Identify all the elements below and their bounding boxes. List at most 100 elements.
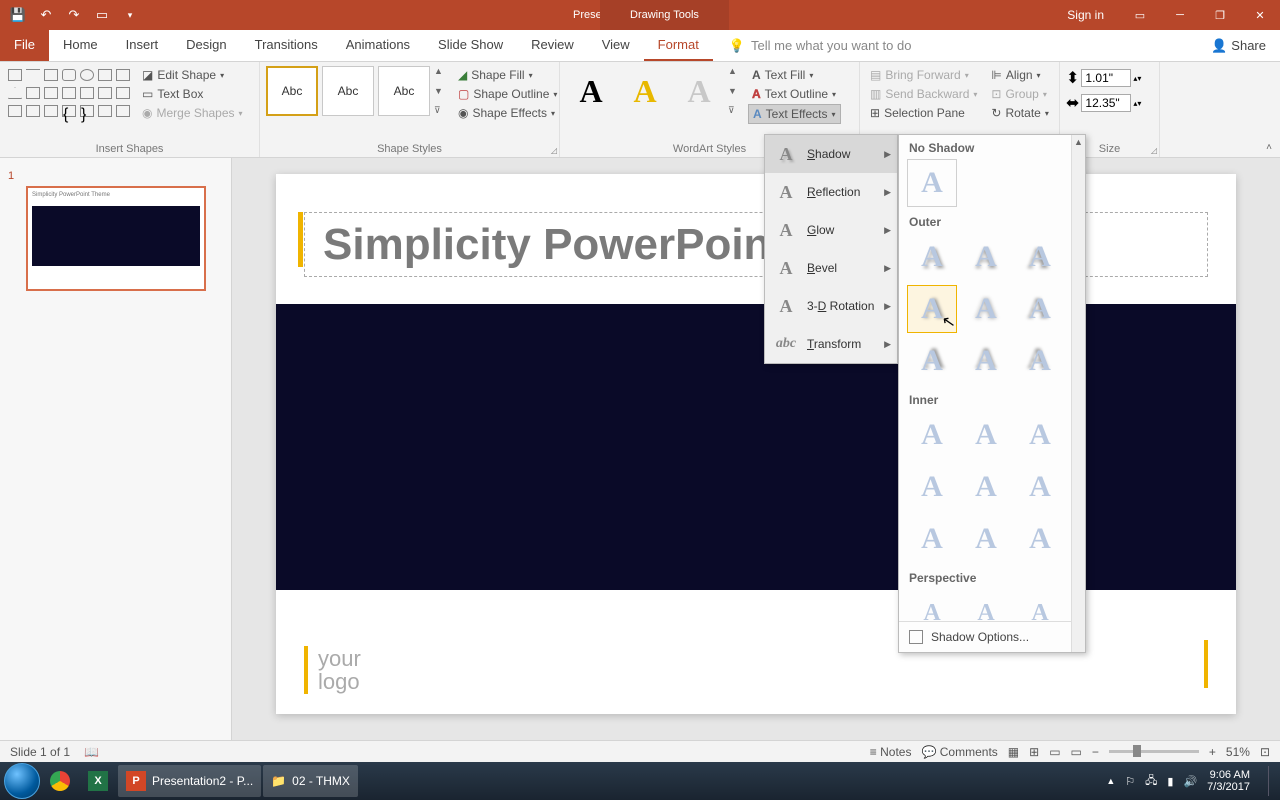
shadow-preset[interactable]: A	[1015, 233, 1065, 281]
logo-placeholder[interactable]: your logo	[304, 646, 361, 694]
shadow-preset[interactable]: A	[1015, 515, 1065, 563]
minimize-icon[interactable]: ─	[1160, 0, 1200, 30]
tab-file[interactable]: File	[0, 30, 49, 61]
qat-more-icon[interactable]: ▾	[120, 5, 140, 25]
close-icon[interactable]: ✕	[1240, 0, 1280, 30]
tray-volume-icon[interactable]: 🔊	[1183, 775, 1197, 788]
text-fill-button[interactable]: AText Fill▾	[748, 66, 841, 84]
align-button[interactable]: ⊫Align▾	[987, 66, 1052, 84]
shape-effects-button[interactable]: ◉Shape Effects▾	[454, 104, 561, 122]
merge-shapes-button[interactable]: ◉Merge Shapes▾	[138, 104, 247, 122]
menu-item-glow[interactable]: A Glow ▶	[765, 211, 897, 249]
shadow-preset[interactable]: A	[1015, 589, 1065, 621]
tray-network-icon[interactable]: 🖧	[1145, 772, 1157, 791]
shadow-preset[interactable]: A	[907, 337, 957, 385]
rotate-button[interactable]: ↻Rotate▾	[987, 104, 1052, 122]
gallery-down-icon[interactable]: ▼	[728, 86, 742, 96]
wordart-style-preview[interactable]: A	[566, 66, 616, 116]
reading-view-icon[interactable]: ▭	[1049, 745, 1060, 759]
spellcheck-icon[interactable]: 📖	[84, 745, 99, 759]
shadow-preset[interactable]: A	[961, 589, 1011, 621]
zoom-level[interactable]: 51%	[1226, 745, 1250, 759]
slide-thumbnail[interactable]: Simplicity PowerPoint Theme	[26, 186, 206, 291]
taskbar-clock[interactable]: 9:06 AM 7/3/2017	[1207, 769, 1258, 793]
shadow-preset[interactable]: A	[961, 411, 1011, 459]
tab-slideshow[interactable]: Slide Show	[424, 30, 517, 61]
normal-view-icon[interactable]: ▦	[1008, 745, 1019, 759]
save-icon[interactable]: 💾	[8, 5, 28, 25]
start-button[interactable]	[4, 763, 40, 799]
shadow-preset[interactable]: A	[961, 463, 1011, 511]
wordart-style-preview[interactable]: A	[674, 66, 724, 116]
shadow-preset[interactable]: A	[961, 515, 1011, 563]
zoom-in-icon[interactable]: +	[1209, 745, 1216, 759]
tell-me-search[interactable]: 💡 Tell me what you want to do	[729, 30, 912, 61]
shape-style-preview[interactable]: Abc	[378, 66, 430, 116]
shadow-preset[interactable]: A	[1015, 463, 1065, 511]
gallery-up-icon[interactable]: ▲	[434, 66, 448, 76]
width-input[interactable]	[1081, 94, 1131, 112]
bring-forward-button[interactable]: ▤Bring Forward▾	[866, 66, 981, 84]
gallery-more-icon[interactable]: ⊽	[728, 105, 742, 116]
shape-fill-button[interactable]: ◢Shape Fill▾	[454, 66, 561, 84]
menu-item-3d-rotation[interactable]: A 3-D Rotation ▶	[765, 287, 897, 325]
height-input[interactable]	[1081, 69, 1131, 87]
group-button[interactable]: ⊡Group▾	[987, 85, 1052, 103]
tab-design[interactable]: Design	[172, 30, 240, 61]
shadow-preset[interactable]: A	[961, 337, 1011, 385]
tray-battery-icon[interactable]: ▮	[1167, 775, 1173, 788]
tab-review[interactable]: Review	[517, 30, 588, 61]
shapes-gallery[interactable]: {}	[6, 66, 132, 120]
tab-home[interactable]: Home	[49, 30, 112, 61]
tab-view[interactable]: View	[588, 30, 644, 61]
text-box-button[interactable]: ▭Text Box	[138, 85, 247, 103]
shadow-preset[interactable]: A	[907, 463, 957, 511]
sorter-view-icon[interactable]: ⊞	[1029, 745, 1039, 759]
dialog-launcher-icon[interactable]: ◿	[1151, 146, 1157, 155]
shadow-preset-none[interactable]: A	[907, 159, 957, 207]
gallery-scrollbar[interactable]: ▲	[1071, 135, 1085, 652]
tab-animations[interactable]: Animations	[332, 30, 424, 61]
share-button[interactable]: 👤 Share	[1197, 30, 1280, 61]
ribbon-display-icon[interactable]: ▭	[1120, 0, 1160, 30]
shadow-preset[interactable]: A	[907, 515, 957, 563]
taskbar-excel[interactable]: X	[80, 765, 116, 797]
edit-shape-button[interactable]: ◪Edit Shape▾	[138, 66, 247, 84]
send-backward-button[interactable]: ▥Send Backward▾	[866, 85, 981, 103]
shadow-preset[interactable]: A	[961, 285, 1011, 333]
shadow-options-button[interactable]: Shadow Options...	[899, 621, 1085, 652]
shadow-preset[interactable]: A	[1015, 337, 1065, 385]
taskbar-powerpoint[interactable]: PPresentation2 - P...	[118, 765, 261, 797]
dialog-launcher-icon[interactable]: ◿	[551, 146, 557, 155]
menu-item-shadow[interactable]: A Shadow ▶	[765, 135, 897, 173]
shadow-preset[interactable]: A	[961, 233, 1011, 281]
fit-to-window-icon[interactable]: ⊡	[1260, 745, 1270, 759]
tray-up-icon[interactable]: ▲	[1106, 776, 1115, 786]
gallery-down-icon[interactable]: ▼	[434, 86, 448, 96]
gallery-more-icon[interactable]: ⊽	[434, 105, 448, 116]
shadow-preset[interactable]: A	[907, 589, 957, 621]
comments-button[interactable]: 💬 Comments	[921, 745, 997, 759]
selection-pane-button[interactable]: ⊞Selection Pane	[866, 104, 981, 122]
shadow-preset[interactable]: A	[907, 233, 957, 281]
shape-style-preview[interactable]: Abc	[322, 66, 374, 116]
undo-icon[interactable]: ↶	[36, 5, 56, 25]
taskbar-chrome[interactable]	[42, 765, 78, 797]
tab-transitions[interactable]: Transitions	[241, 30, 332, 61]
shape-style-preview[interactable]: Abc	[266, 66, 318, 116]
menu-item-transform[interactable]: abc Transform ▶	[765, 325, 897, 363]
text-effects-button[interactable]: AText Effects▾	[748, 104, 841, 124]
scroll-up-icon[interactable]: ▲	[1072, 137, 1085, 147]
wordart-style-preview[interactable]: A	[620, 66, 670, 116]
sign-in-link[interactable]: Sign in	[1067, 8, 1104, 22]
maximize-icon[interactable]: ❐	[1200, 0, 1240, 30]
gallery-up-icon[interactable]: ▲	[728, 66, 742, 76]
slide-counter[interactable]: Slide 1 of 1	[10, 745, 70, 759]
shadow-preset[interactable]: A	[1015, 285, 1065, 333]
menu-item-bevel[interactable]: A Bevel ▶	[765, 249, 897, 287]
shape-outline-button[interactable]: ▢Shape Outline▾	[454, 85, 561, 103]
show-desktop-button[interactable]	[1268, 766, 1276, 796]
zoom-out-icon[interactable]: −	[1092, 745, 1099, 759]
notes-button[interactable]: ≡ Notes	[870, 745, 912, 759]
collapse-ribbon-icon[interactable]: ˄	[1266, 142, 1272, 153]
